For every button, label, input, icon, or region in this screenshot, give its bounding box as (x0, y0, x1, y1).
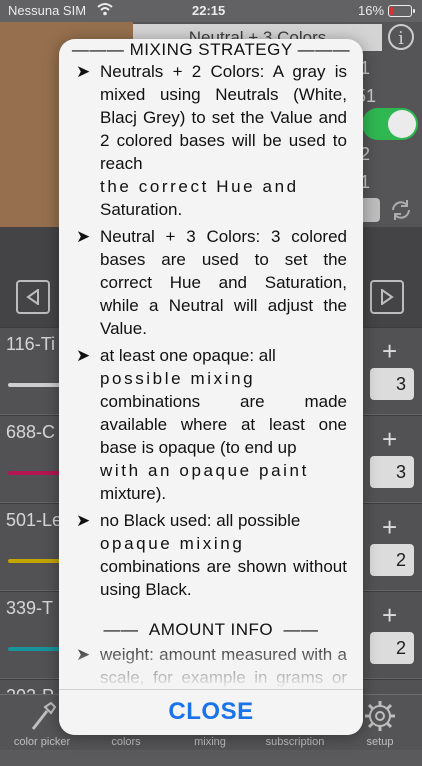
info-text: possible mixing (100, 369, 256, 388)
arrow-icon: ➤ (76, 227, 91, 246)
info-text: with an opaque paint (100, 461, 309, 480)
dialog-footer: CLOSE (59, 689, 363, 735)
info-text: no Black used: all possible (100, 511, 301, 530)
info-item: ➤ at least one opaque: all possible mixin… (59, 344, 363, 505)
info-text: Neutral + 3 Colors: 3 colored bases are … (100, 227, 347, 338)
dialog-scroll-content[interactable]: ——— MIXING STRATEGY ——— ➤ Neutrals + 2 Co… (59, 39, 363, 689)
info-item: ➤ Neutral + 3 Colors: 3 colored bases are… (59, 225, 363, 340)
amount-title: AMOUNT INFO (148, 620, 274, 639)
mixing-title: MIXING STRATEGY (129, 40, 293, 59)
close-button[interactable]: CLOSE (59, 690, 363, 735)
info-text: at least one opaque: all (100, 346, 276, 365)
arrow-icon: ➤ (76, 511, 91, 530)
info-text: opaque mixing (100, 534, 245, 553)
info-dialog: ——— MIXING STRATEGY ——— ➤ Neutrals + 2 Co… (59, 39, 363, 735)
arrow-icon: ➤ (76, 62, 91, 81)
info-text: combinations are made available where at… (100, 392, 347, 457)
section-title-amount: —— AMOUNT INFO —— (103, 620, 319, 639)
info-text: Neutrals + 2 Colors: A gray is mixed usi… (100, 62, 347, 173)
scroll-fade (59, 639, 363, 689)
info-text: Saturation. (100, 200, 183, 219)
arrow-icon: ➤ (76, 346, 91, 365)
info-text: combinations are shown without using Bla… (100, 557, 347, 599)
info-item: ➤ no Black used: all possible opaque mixi… (59, 509, 363, 601)
section-title-mixing: ——— MIXING STRATEGY ——— (71, 40, 351, 59)
info-text: the correct Hue and (100, 177, 299, 196)
info-text: mixture). (100, 484, 167, 503)
info-item: ➤ Neutrals + 2 Colors: A gray is mixed us… (59, 60, 363, 221)
